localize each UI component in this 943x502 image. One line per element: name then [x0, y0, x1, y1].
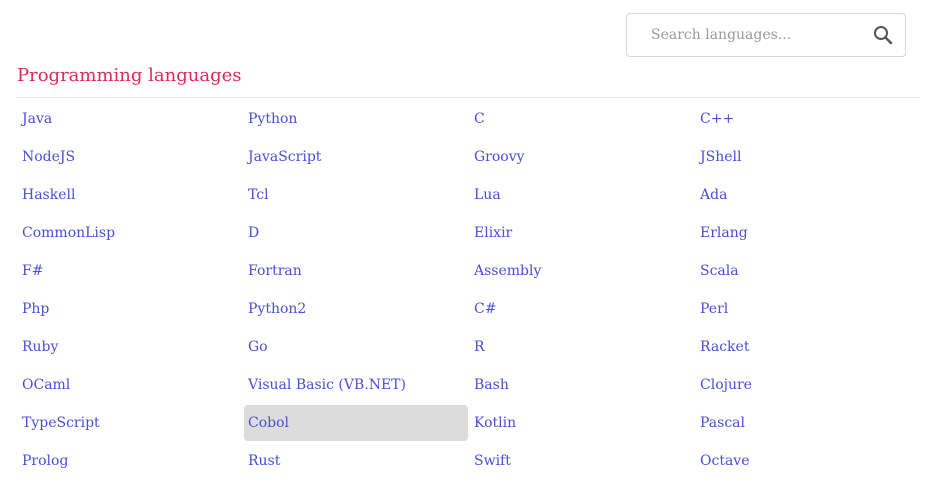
language-link[interactable]: OCaml: [18, 367, 242, 403]
language-grid: Java Python C C++ NodeJS JavaScript Groovy JShe…: [17, 99, 921, 479]
language-link[interactable]: CommonLisp: [18, 215, 242, 251]
language-cell: D: [243, 213, 469, 251]
language-cell: Pascal: [695, 403, 921, 441]
language-cell: Lua: [469, 175, 695, 213]
language-cell: Clojure: [695, 365, 921, 403]
language-cell: C++: [695, 99, 921, 137]
language-cell: Groovy: [469, 137, 695, 175]
language-link[interactable]: Bash: [470, 367, 694, 403]
language-cell: Tcl: [243, 175, 469, 213]
language-link[interactable]: Haskell: [18, 177, 242, 213]
language-link[interactable]: Visual Basic (VB.NET): [244, 367, 468, 403]
search-box: [626, 13, 906, 57]
language-link[interactable]: F#: [18, 253, 242, 289]
language-cell: Bash: [469, 365, 695, 403]
language-link[interactable]: Pascal: [696, 405, 920, 441]
language-link[interactable]: TypeScript: [18, 405, 242, 441]
language-link[interactable]: Go: [244, 329, 468, 365]
language-cell: Swift: [469, 441, 695, 479]
language-cell: Python2: [243, 289, 469, 327]
language-cell: Elixir: [469, 213, 695, 251]
language-cell: JShell: [695, 137, 921, 175]
language-link[interactable]: Ada: [696, 177, 920, 213]
language-link[interactable]: Rust: [244, 443, 468, 479]
language-cell: F#: [17, 251, 243, 289]
language-link[interactable]: Swift: [470, 443, 694, 479]
language-link[interactable]: Clojure: [696, 367, 920, 403]
language-link[interactable]: Prolog: [18, 443, 242, 479]
language-cell: JavaScript: [243, 137, 469, 175]
language-cell: Assembly: [469, 251, 695, 289]
language-cell: Kotlin: [469, 403, 695, 441]
language-link[interactable]: Tcl: [244, 177, 468, 213]
language-cell: R: [469, 327, 695, 365]
language-cell: Java: [17, 99, 243, 137]
language-cell: Scala: [695, 251, 921, 289]
language-cell: Rust: [243, 441, 469, 479]
language-link[interactable]: Java: [18, 101, 242, 137]
language-link[interactable]: Kotlin: [470, 405, 694, 441]
search-icon[interactable]: [873, 25, 893, 45]
language-cell: Octave: [695, 441, 921, 479]
language-link[interactable]: JShell: [696, 139, 920, 175]
language-cell: Racket: [695, 327, 921, 365]
language-link[interactable]: C++: [696, 101, 920, 137]
language-link[interactable]: D: [244, 215, 468, 251]
language-cell: C#: [469, 289, 695, 327]
language-cell: Fortran: [243, 251, 469, 289]
language-cell: Ada: [695, 175, 921, 213]
language-link[interactable]: Assembly: [470, 253, 694, 289]
language-link[interactable]: Groovy: [470, 139, 694, 175]
language-link[interactable]: Racket: [696, 329, 920, 365]
language-link[interactable]: R: [470, 329, 694, 365]
language-cell: Python: [243, 99, 469, 137]
language-cell: Erlang: [695, 213, 921, 251]
language-cell: Visual Basic (VB.NET): [243, 365, 469, 403]
language-link[interactable]: Scala: [696, 253, 920, 289]
language-cell: Prolog: [17, 441, 243, 479]
language-link[interactable]: JavaScript: [244, 139, 468, 175]
language-link[interactable]: Perl: [696, 291, 920, 327]
language-link[interactable]: Fortran: [244, 253, 468, 289]
language-cell: Ruby: [17, 327, 243, 365]
language-link[interactable]: Elixir: [470, 215, 694, 251]
language-link[interactable]: Octave: [696, 443, 920, 479]
language-link[interactable]: Erlang: [696, 215, 920, 251]
language-cell: Haskell: [17, 175, 243, 213]
language-link[interactable]: C#: [470, 291, 694, 327]
language-cell: OCaml: [17, 365, 243, 403]
language-link[interactable]: Php: [18, 291, 242, 327]
language-link[interactable]: Ruby: [18, 329, 242, 365]
language-link[interactable]: Cobol: [244, 405, 468, 441]
language-link[interactable]: C: [470, 101, 694, 137]
page: Programming languages JavaPythonCC++ Node…: [0, 0, 943, 502]
page-title: Programming languages: [17, 65, 242, 86]
language-cell: NodeJS: [17, 137, 243, 175]
language-link[interactable]: Python: [244, 101, 468, 137]
language-cell: C: [469, 99, 695, 137]
search-input[interactable]: [627, 14, 867, 56]
divider: [17, 97, 920, 98]
language-link[interactable]: Lua: [470, 177, 694, 213]
language-cell: CommonLisp: [17, 213, 243, 251]
language-cell: Go: [243, 327, 469, 365]
language-cell: Perl: [695, 289, 921, 327]
language-cell: Php: [17, 289, 243, 327]
language-cell: TypeScript: [17, 403, 243, 441]
language-link[interactable]: Python2: [244, 291, 468, 327]
language-link[interactable]: NodeJS: [18, 139, 242, 175]
language-cell: Cobol: [243, 403, 469, 441]
